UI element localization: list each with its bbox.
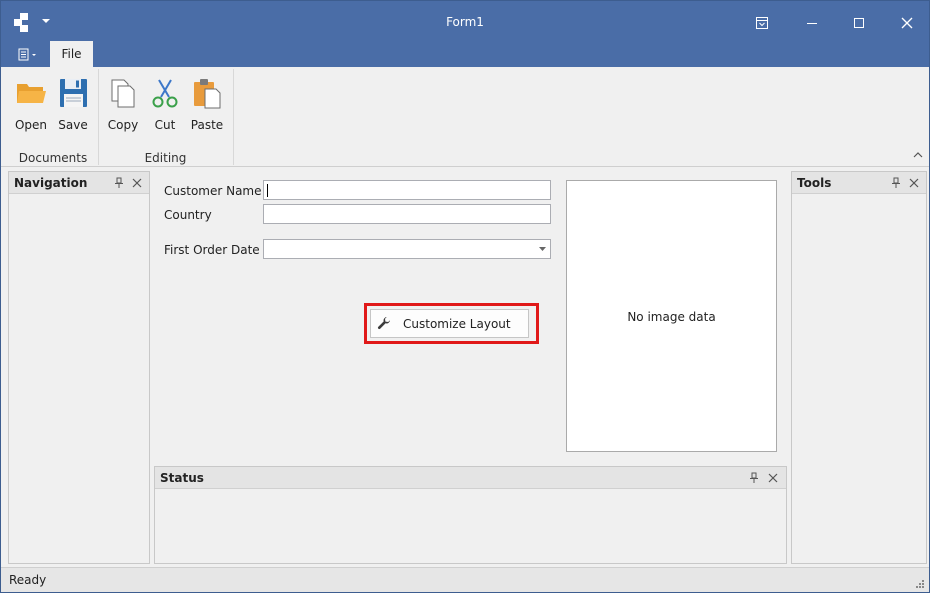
copy-icon — [111, 79, 135, 108]
save-button[interactable]: Save — [52, 77, 94, 135]
tools-panel: Tools — [791, 171, 927, 564]
navigation-panel-header: Navigation — [9, 172, 149, 194]
group-separator — [233, 69, 234, 165]
group-label-documents: Documents — [18, 151, 88, 165]
close-icon[interactable] — [131, 177, 143, 189]
country-label: Country — [164, 208, 212, 222]
country-input[interactable] — [263, 204, 551, 224]
clipboard-paste-icon — [194, 79, 221, 109]
tab-file[interactable]: File — [50, 41, 93, 68]
no-image-text: No image data — [627, 310, 716, 324]
customize-layout-label: Customize Layout — [403, 317, 511, 331]
pin-icon[interactable] — [113, 177, 125, 189]
status-panel: Status — [154, 466, 787, 564]
ribbon-display-options-button[interactable] — [747, 11, 777, 35]
tools-panel-title: Tools — [797, 176, 832, 190]
customize-layout-button[interactable]: Customize Layout — [370, 309, 529, 338]
text-caret — [267, 184, 268, 197]
minimize-icon — [807, 23, 817, 24]
paste-label: Paste — [190, 118, 224, 132]
close-window-button[interactable] — [892, 11, 922, 35]
ribbon-tab-row — [1, 41, 929, 67]
main-window: Form1 File Open Save Documents Copy Cut … — [0, 0, 930, 593]
customer-name-input[interactable] — [263, 180, 551, 200]
cut-button[interactable]: Cut — [144, 77, 186, 135]
maximize-icon — [854, 18, 864, 28]
save-label: Save — [58, 118, 88, 132]
navigation-panel: Navigation — [8, 171, 150, 564]
close-icon[interactable] — [767, 472, 779, 484]
customer-name-label: Customer Name — [164, 184, 262, 198]
pin-icon[interactable] — [890, 177, 902, 189]
window-title: Form1 — [446, 15, 484, 29]
status-bar: Ready — [1, 567, 929, 592]
tools-panel-header: Tools — [792, 172, 926, 194]
close-icon — [901, 17, 913, 29]
folder-open-icon — [17, 84, 46, 103]
floppy-save-icon — [60, 79, 87, 107]
resize-grip-icon[interactable] — [915, 579, 925, 589]
close-icon[interactable] — [908, 177, 920, 189]
picture-edit[interactable]: No image data — [566, 180, 777, 452]
application-menu-icon[interactable] — [13, 45, 41, 65]
status-panel-header: Status — [155, 467, 786, 489]
pin-icon[interactable] — [748, 472, 760, 484]
ribbon-display-options-icon — [756, 17, 768, 29]
wrench-icon — [377, 317, 390, 330]
ribbon-panel: Open Save Documents Copy Cut Paste Editi… — [1, 67, 929, 167]
status-panel-title: Status — [160, 471, 204, 485]
copy-label: Copy — [107, 118, 139, 132]
group-label-editing: Editing — [144, 151, 187, 165]
status-text: Ready — [9, 573, 47, 587]
first-order-date-picker[interactable] — [263, 239, 551, 259]
collapse-ribbon-icon[interactable] — [913, 151, 923, 159]
first-order-date-label: First Order Date — [164, 243, 260, 257]
navigation-panel-title: Navigation — [14, 176, 88, 190]
cut-label: Cut — [154, 118, 176, 132]
title-bar: Form1 — [1, 1, 929, 41]
paste-button[interactable]: Paste — [186, 77, 228, 135]
scissors-icon — [152, 79, 178, 108]
open-label: Open — [14, 118, 48, 132]
minimize-button[interactable] — [797, 11, 827, 35]
copy-button[interactable]: Copy — [102, 77, 144, 135]
maximize-button[interactable] — [844, 11, 874, 35]
chevron-down-icon[interactable] — [539, 247, 546, 252]
open-button[interactable]: Open — [10, 77, 52, 135]
